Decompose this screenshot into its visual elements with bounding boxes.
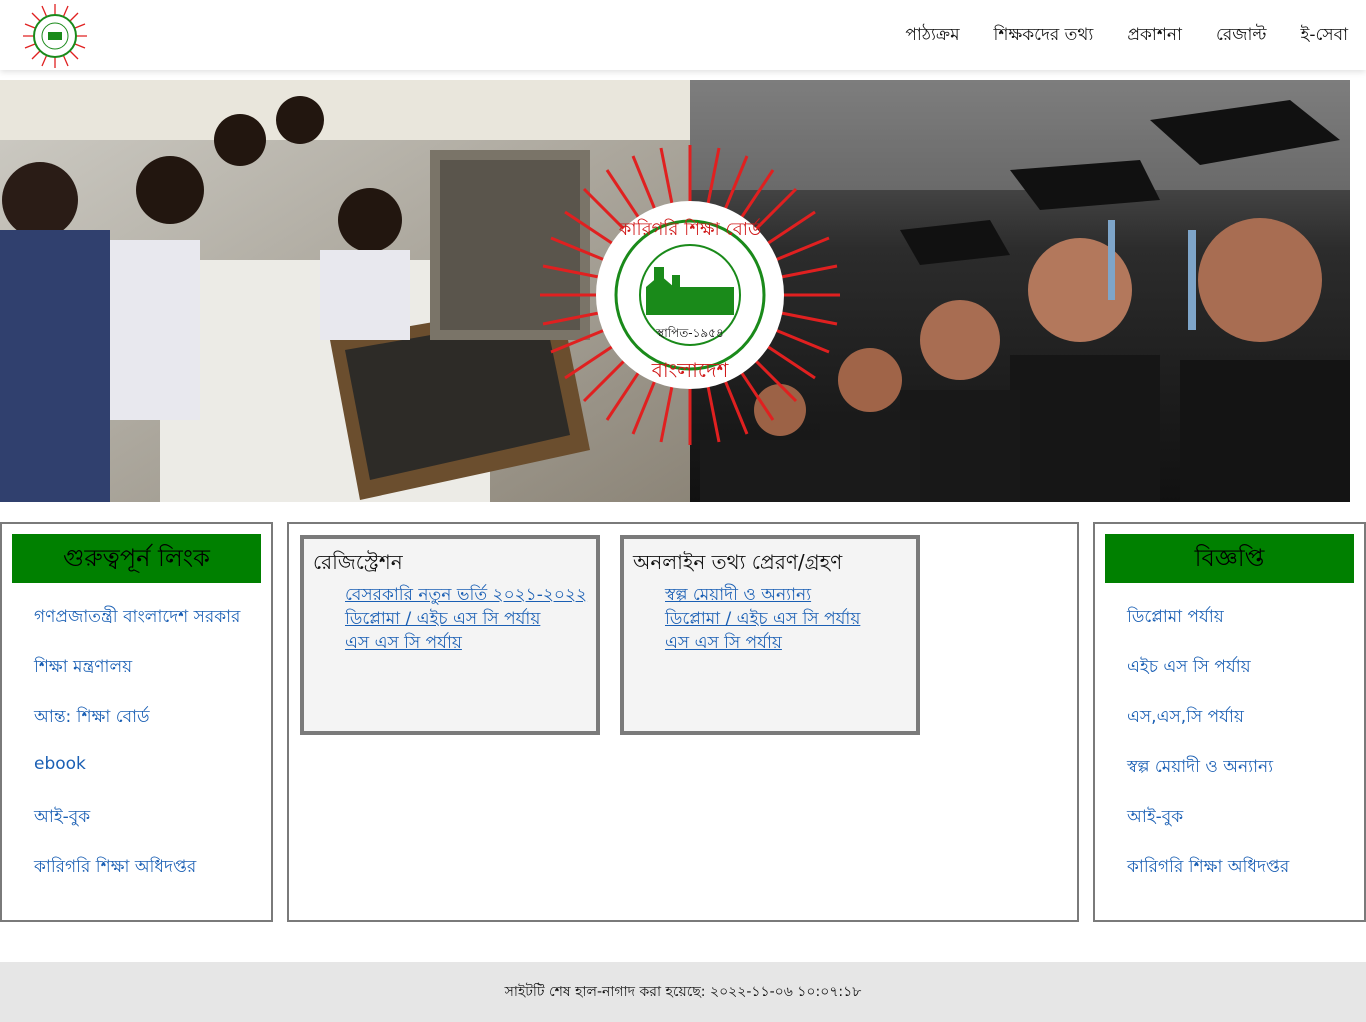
list-item: স্বল্প মেয়াদী ও অন্যান্য (665, 583, 916, 607)
link-i-book[interactable]: আই-বুক (34, 807, 90, 827)
main-nav: পাঠ্যক্রম শিক্ষকদের তথ্য প্রকাশনা রেজাল্… (905, 22, 1348, 50)
list-item: ebook (34, 754, 240, 804)
important-links-list: গণপ্রজাতন্ত্রী বাংলাদেশ সরকার শিক্ষা মন্… (34, 604, 240, 904)
hero-banner: কারিগরি শিক্ষা বোর্ড স্থাপিত-১৯৫৪ বাংলাদ… (0, 80, 1350, 502)
link-education-ministry[interactable]: শিক্ষা মন্ত্রণালয় (34, 657, 132, 677)
notice-hsc[interactable]: এইচ এস সি পর্যায় (1127, 657, 1251, 677)
link-online-ssc[interactable]: এস এস সি পর্যায় (665, 633, 782, 653)
list-item: এস এস সি পর্যায় (665, 631, 916, 655)
graduates-photo (690, 80, 1350, 502)
list-item: এস এস সি পর্যায় (345, 631, 596, 655)
list-item: এস,এস,সি পর্যায় (1127, 704, 1289, 754)
notice-technical-directorate[interactable]: কারিগরি শিক্ষা অধিদপ্তর (1127, 857, 1289, 877)
link-technical-education-directorate[interactable]: কারিগরি শিক্ষা অধিদপ্তর (34, 857, 196, 877)
list-item: কারিগরি শিক্ষা অধিদপ্তর (34, 854, 240, 904)
last-updated-text: সাইটটি শেষ হাল-নাগাদ করা হয়েছে: ২০২২-১১… (504, 984, 862, 1000)
link-online-diploma-hsc[interactable]: ডিপ্লোমা / এইচ এস সি পর্যায় (665, 609, 860, 629)
list-item: এইচ এস সি পর্যায় (1127, 654, 1289, 704)
nav-result[interactable]: রেজাল্ট (1216, 22, 1267, 50)
list-item: আই-বুক (34, 804, 240, 854)
registration-box: রেজিস্ট্রেশন বেসরকারি নতুন ভর্তি ২০২১-২০… (300, 535, 600, 735)
students-lab-photo (0, 80, 690, 502)
board-seal-logo-icon[interactable] (20, 2, 90, 70)
list-item: ডিপ্লোমা / এইচ এস সি পর্যায় (345, 607, 596, 631)
list-item: গণপ্রজাতন্ত্রী বাংলাদেশ সরকার (34, 604, 240, 654)
notice-short-course[interactable]: স্বল্প মেয়াদী ও অন্যান্য (1127, 757, 1273, 777)
nav-curriculum[interactable]: পাঠ্যক্রম (905, 22, 959, 50)
link-bangladesh-government[interactable]: গণপ্রজাতন্ত্রী বাংলাদেশ সরকার (34, 607, 240, 627)
online-info-list: স্বল্প মেয়াদী ও অন্যান্য ডিপ্লোমা / এইচ… (624, 583, 916, 655)
seal-title-text: কারিগরি শিক্ষা বোর্ড (618, 218, 762, 240)
seal-established-text: স্থাপিত-১৯৫৪ (655, 326, 723, 340)
registration-title: রেজিস্ট্রেশন (313, 550, 403, 574)
notices-title: বিজ্ঞপ্তি (1105, 534, 1354, 583)
list-item: কারিগরি শিক্ষা অধিদপ্তর (1127, 854, 1289, 904)
seal-country-text: বাংলাদেশ (651, 358, 730, 382)
notice-i-book[interactable]: আই-বুক (1127, 807, 1183, 827)
nav-e-service[interactable]: ই-সেবা (1301, 22, 1349, 50)
online-info-title: অনলাইন তথ্য প্রেরণ/গ্রহণ (633, 550, 843, 574)
nav-teachers-info[interactable]: শিক্ষকদের তথ্য (994, 22, 1094, 50)
list-item: আই-বুক (1127, 804, 1289, 854)
important-links-panel: গুরুত্বপূর্ন লিংক গণপ্রজাতন্ত্রী বাংলাদে… (0, 522, 273, 922)
link-registration-ssc[interactable]: এস এস সি পর্যায় (345, 633, 462, 653)
online-info-box: অনলাইন তথ্য প্রেরণ/গ্রহণ স্বল্প মেয়াদী … (620, 535, 920, 735)
important-links-title: গুরুত্বপূর্ন লিংক (12, 534, 261, 583)
site-footer: সাইটটি শেষ হাল-নাগাদ করা হয়েছে: ২০২২-১১… (0, 962, 1366, 1022)
board-seal-emblem: কারিগরি শিক্ষা বোর্ড স্থাপিত-১৯৫৪ বাংলাদ… (540, 145, 840, 445)
services-panel: রেজিস্ট্রেশন বেসরকারি নতুন ভর্তি ২০২১-২০… (287, 522, 1079, 922)
link-online-short-course[interactable]: স্বল্প মেয়াদী ও অন্যান্য (665, 585, 811, 605)
notices-list: ডিপ্লোমা পর্যায় এইচ এস সি পর্যায় এস,এস… (1127, 604, 1289, 904)
link-private-new-admission[interactable]: বেসরকারি নতুন ভর্তি ২০২১-২০২২ (345, 585, 587, 605)
link-ebook[interactable]: ebook (34, 754, 86, 774)
nav-publications[interactable]: প্রকাশনা (1127, 22, 1182, 50)
list-item: স্বল্প মেয়াদী ও অন্যান্য (1127, 754, 1289, 804)
notice-diploma[interactable]: ডিপ্লোমা পর্যায় (1127, 607, 1224, 627)
registration-list: বেসরকারি নতুন ভর্তি ২০২১-২০২২ ডিপ্লোমা /… (304, 583, 596, 655)
site-header: পাঠ্যক্রম শিক্ষকদের তথ্য প্রকাশনা রেজাল্… (0, 0, 1366, 70)
link-registration-diploma-hsc[interactable]: ডিপ্লোমা / এইচ এস সি পর্যায় (345, 609, 540, 629)
list-item: শিক্ষা মন্ত্রণালয় (34, 654, 240, 704)
notices-panel: বিজ্ঞপ্তি ডিপ্লোমা পর্যায় এইচ এস সি পর্… (1093, 522, 1366, 922)
link-inter-education-board[interactable]: আন্ত: শিক্ষা বোর্ড (34, 707, 150, 727)
list-item: ডিপ্লোমা পর্যায় (1127, 604, 1289, 654)
list-item: বেসরকারি নতুন ভর্তি ২০২১-২০২২ (345, 583, 596, 607)
notice-ssc[interactable]: এস,এস,সি পর্যায় (1127, 707, 1244, 727)
list-item: ডিপ্লোমা / এইচ এস সি পর্যায় (665, 607, 916, 631)
list-item: আন্ত: শিক্ষা বোর্ড (34, 704, 240, 754)
